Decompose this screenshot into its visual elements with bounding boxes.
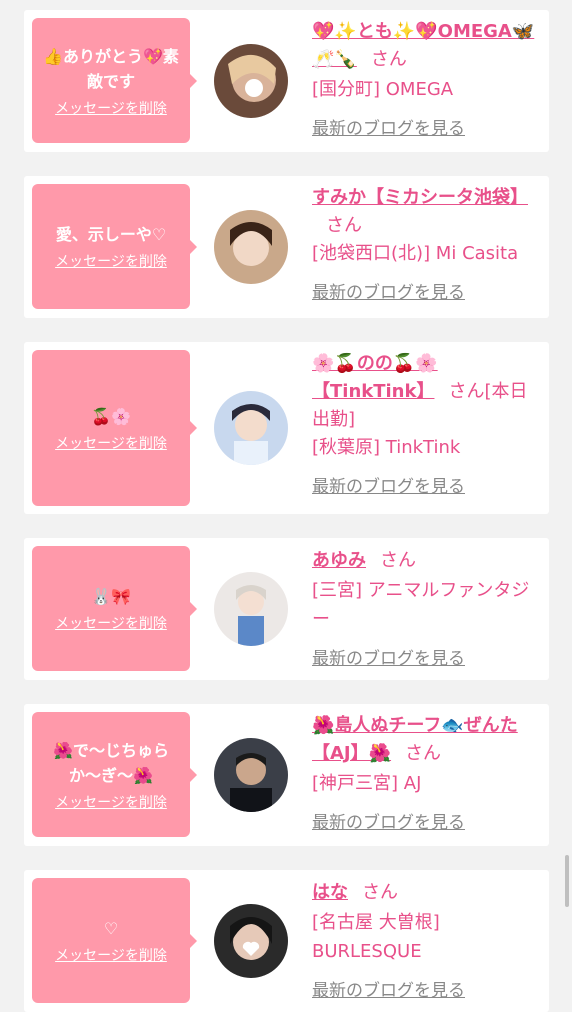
avatar[interactable] (214, 44, 288, 118)
delete-message-link[interactable]: メッセージを削除 (55, 792, 167, 812)
favorite-card: 🍒🌸 メッセージを削除 🌸🍒のの🍒🌸【TinkTink】 さん[本日出勤] [秋葉… (24, 342, 549, 514)
message-text: 👍ありがとう💖素敵です (43, 46, 179, 91)
cast-info: 💖✨とも✨💖OMEGA🦋🥂🍾 さん [国分町] OMEGA 最新のブログを見る (312, 18, 540, 139)
message-bubble: 👍ありがとう💖素敵です メッセージを削除 (32, 18, 197, 143)
favorite-card: 👍ありがとう💖素敵です メッセージを削除 💖✨とも✨💖OMEGA🦋🥂🍾 さん [国… (24, 10, 549, 152)
delete-message-link[interactable]: メッセージを削除 (55, 433, 167, 453)
scrollbar-thumb[interactable] (565, 855, 569, 907)
favorite-card: 愛、示しーや♡ メッセージを削除 すみか【ミカシータ池袋】さん [池袋西口(北)… (24, 176, 549, 318)
cast-info: あゆみ さん [三宮] アニマルファンタジー 最新のブログを見る (312, 546, 540, 669)
delete-message-link[interactable]: メッセージを削除 (55, 945, 167, 965)
cast-name-link[interactable]: はな (312, 882, 348, 903)
honorific: さん (362, 882, 398, 903)
latest-blog-link[interactable]: 最新のブログを見る (312, 808, 540, 833)
message-bubble: 🍒🌸 メッセージを削除 (32, 350, 197, 506)
shop-name: [国分町] OMEGA (312, 79, 454, 100)
cast-info: 🌺島人ぬチーフ🐟ぜんた【AJ】🌺 さん [神戸三宮] AJ 最新のブログを見る (312, 712, 540, 833)
avatar[interactable] (214, 572, 288, 646)
honorific: さん (405, 743, 442, 764)
message-bubble: ♡ メッセージを削除 (32, 878, 197, 1003)
latest-blog-link[interactable]: 最新のブログを見る (312, 976, 540, 1001)
cast-name-link[interactable]: すみか【ミカシータ池袋】 (312, 187, 528, 208)
delete-message-link[interactable]: メッセージを削除 (55, 613, 167, 633)
honorific: さん (448, 381, 485, 402)
avatar[interactable] (214, 738, 288, 812)
favorite-card: 🌺で〜じちゅらか〜ぎ〜🌺 メッセージを削除 🌺島人ぬチーフ🐟ぜんた【AJ】🌺 さん… (24, 704, 549, 846)
avatar[interactable] (214, 904, 288, 978)
cast-name-link[interactable]: 💖✨とも✨💖OMEGA🦋🥂🍾 (312, 21, 534, 70)
message-text: 🌺で〜じちゅらか〜ぎ〜🌺 (53, 740, 169, 785)
favorite-card: ♡ メッセージを削除 はな さん [名古屋 大曽根] BURLESQUE 最新のブ… (24, 870, 549, 1012)
cast-name-link[interactable]: 🌸🍒のの🍒🌸【TinkTink】 (312, 353, 438, 402)
shop-name: [名古屋 大曽根] BURLESQUE (312, 912, 440, 962)
cast-name-link[interactable]: あゆみ (312, 550, 366, 571)
delete-message-link[interactable]: メッセージを削除 (55, 251, 167, 271)
message-text: 愛、示しーや♡ (55, 225, 167, 244)
honorific: さん (380, 550, 416, 571)
message-bubble: 愛、示しーや♡ メッセージを削除 (32, 184, 197, 309)
latest-blog-link[interactable]: 最新のブログを見る (312, 278, 540, 303)
honorific: さん (370, 49, 407, 70)
shop-name: [秋葉原] TinkTink (312, 437, 461, 458)
shop-name: [池袋西口(北)] Mi Casita (312, 243, 519, 264)
latest-blog-link[interactable]: 最新のブログを見る (312, 472, 540, 497)
avatar[interactable] (214, 391, 288, 465)
message-text: 🐰🎀 (91, 587, 131, 606)
favorite-card: 🐰🎀 メッセージを削除 あゆみ さん [三宮] アニマルファンタジー 最新のブログ… (24, 538, 549, 680)
message-text: 🍒🌸 (91, 406, 131, 426)
cast-info: 🌸🍒のの🍒🌸【TinkTink】 さん[本日出勤] [秋葉原] TinkTink … (312, 350, 540, 497)
latest-blog-link[interactable]: 最新のブログを見る (312, 114, 540, 139)
shop-name: [三宮] アニマルファンタジー (312, 580, 530, 630)
cast-info: すみか【ミカシータ池袋】さん [池袋西口(北)] Mi Casita 最新のブロ… (312, 184, 540, 303)
delete-message-link[interactable]: メッセージを削除 (55, 98, 167, 118)
honorific: さん (326, 215, 362, 236)
latest-blog-link[interactable]: 最新のブログを見る (312, 644, 540, 669)
cast-info: はな さん [名古屋 大曽根] BURLESQUE 最新のブログを見る (312, 878, 540, 1001)
message-text: ♡ (103, 919, 119, 938)
shop-name: [神戸三宮] AJ (312, 773, 422, 794)
message-bubble: 🐰🎀 メッセージを削除 (32, 546, 197, 671)
avatar[interactable] (214, 210, 288, 284)
message-bubble: 🌺で〜じちゅらか〜ぎ〜🌺 メッセージを削除 (32, 712, 197, 837)
